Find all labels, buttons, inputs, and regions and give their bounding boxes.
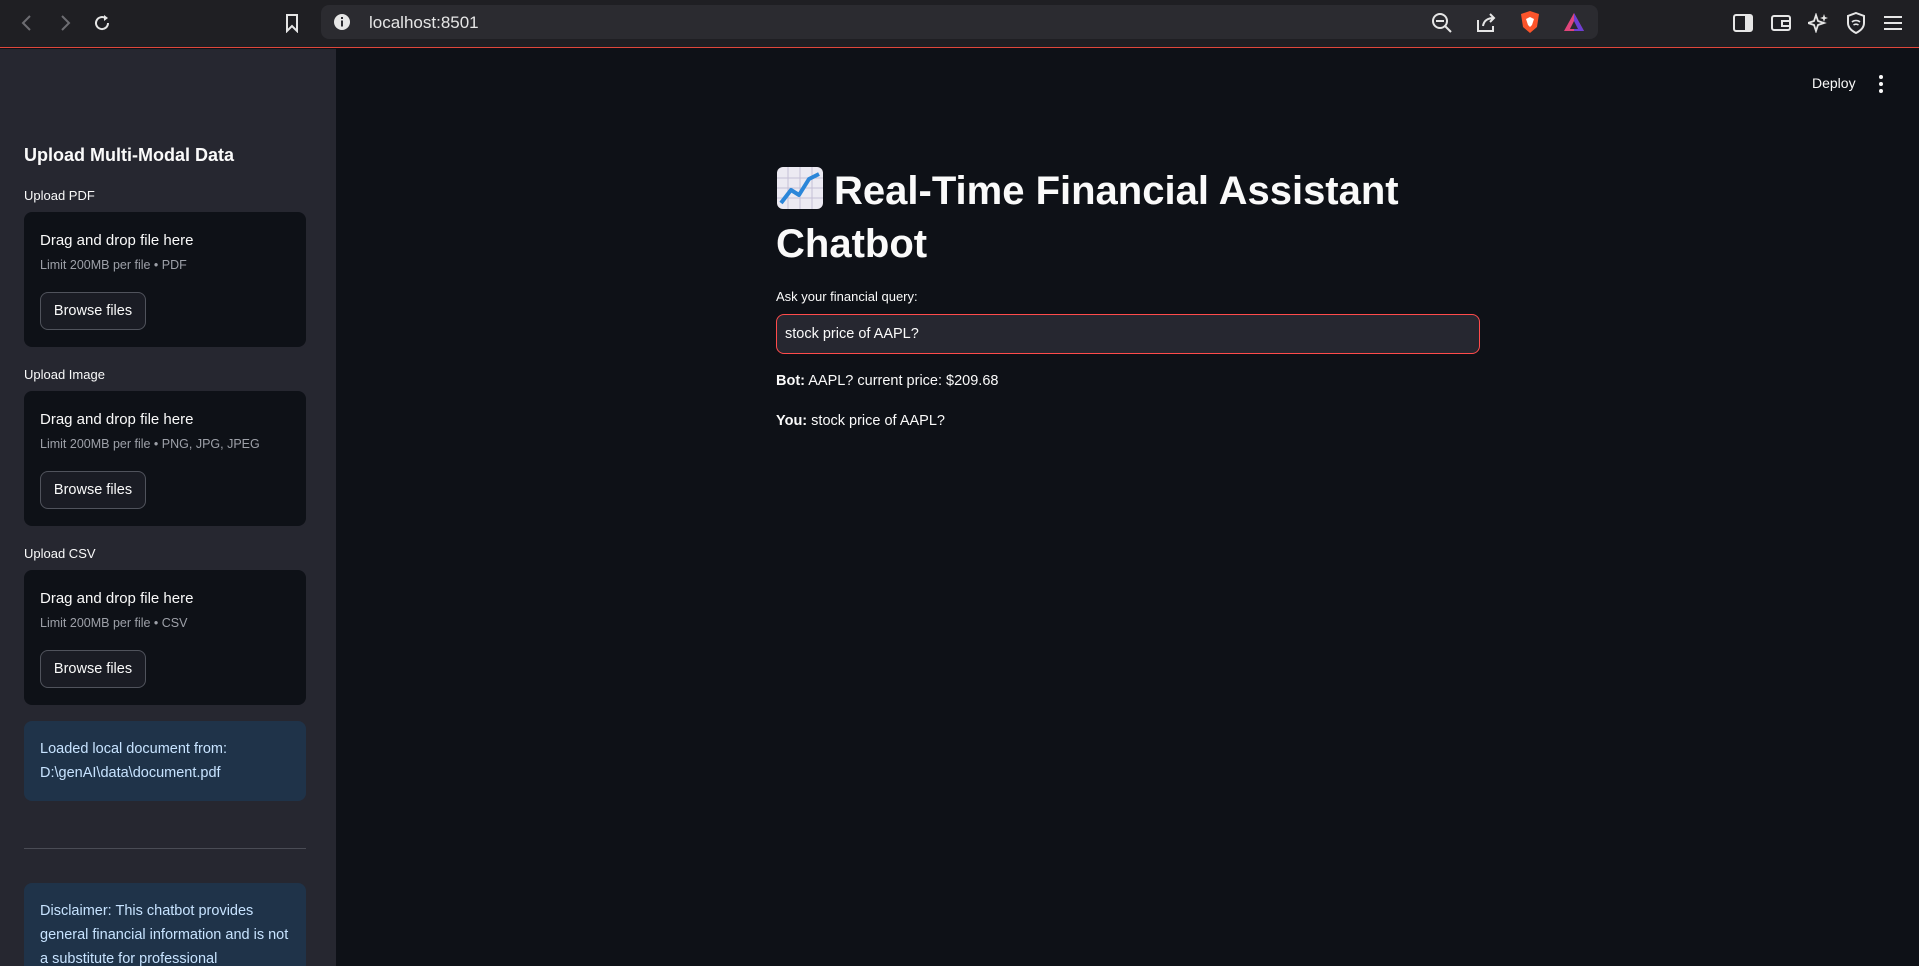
dropzone-title: Drag and drop file here (40, 411, 194, 428)
url-bar[interactable]: localhost:8501 (321, 5, 1598, 39)
message-text: stock price of AAPL? (807, 413, 945, 429)
message-speaker: Bot: (776, 373, 805, 389)
sidebar-heading: Upload Multi-Modal Data (24, 145, 234, 165)
forward-icon[interactable] (52, 10, 78, 36)
site-info-icon[interactable] (333, 13, 351, 31)
bot-message: Bot: AAPL? current price: $209.68 (776, 373, 998, 389)
dropzone-limit: Limit 200MB per file • PNG, JPG, JPEG (40, 437, 260, 451)
upload-pdf-label: Upload PDF (24, 188, 95, 203)
sidebar-toggle-icon[interactable] (1730, 10, 1756, 36)
browser-toolbar: localhost:8501 (0, 0, 1919, 48)
message-text: AAPL? current price: $209.68 (805, 373, 999, 389)
zoom-out-icon[interactable] (1431, 12, 1453, 34)
chart-emoji-icon (776, 166, 824, 210)
bookmark-icon[interactable] (279, 10, 305, 36)
vpn-icon[interactable] (1843, 10, 1869, 36)
share-icon[interactable] (1475, 12, 1497, 34)
brave-shield-icon[interactable] (1519, 10, 1541, 34)
browse-image-button[interactable]: Browse files (40, 471, 146, 509)
wallet-icon[interactable] (1768, 10, 1794, 36)
brave-rewards-icon[interactable] (1563, 11, 1585, 33)
leo-ai-icon[interactable] (1805, 10, 1831, 36)
upload-image-label: Upload Image (24, 367, 105, 382)
csv-dropzone[interactable]: Drag and drop file here Limit 200MB per … (24, 570, 306, 705)
disclaimer-box: Disclaimer: This chatbot provides genera… (24, 883, 306, 966)
sidebar: Upload Multi-Modal Data Upload PDF Drag … (0, 49, 336, 966)
browse-csv-button[interactable]: Browse files (40, 650, 146, 688)
page-title-text: Real-Time Financial Assistant Chatbot (776, 169, 1399, 266)
kebab-menu-icon[interactable] (1874, 73, 1888, 95)
reload-icon[interactable] (89, 10, 115, 36)
dropzone-limit: Limit 200MB per file • PDF (40, 258, 187, 272)
query-label: Ask your financial query: (776, 289, 918, 304)
sidebar-divider (24, 848, 306, 849)
message-speaker: You: (776, 413, 808, 429)
back-icon[interactable] (14, 10, 40, 36)
url-text[interactable]: localhost:8501 (369, 13, 479, 33)
upload-csv-label: Upload CSV (24, 546, 96, 561)
deploy-button[interactable]: Deploy (1812, 75, 1856, 91)
dropzone-title: Drag and drop file here (40, 590, 194, 607)
pdf-dropzone[interactable]: Drag and drop file here Limit 200MB per … (24, 212, 306, 347)
image-dropzone[interactable]: Drag and drop file here Limit 200MB per … (24, 391, 306, 526)
user-message: You: stock price of AAPL? (776, 413, 945, 429)
query-input[interactable] (776, 314, 1480, 354)
page-title: Real-Time Financial Assistant Chatbot (776, 165, 1496, 271)
loaded-document-info: Loaded local document from: D:\genAI\dat… (24, 721, 306, 801)
dropzone-limit: Limit 200MB per file • CSV (40, 616, 188, 630)
browse-pdf-button[interactable]: Browse files (40, 292, 146, 330)
menu-icon[interactable] (1880, 10, 1906, 36)
dropzone-title: Drag and drop file here (40, 232, 194, 249)
